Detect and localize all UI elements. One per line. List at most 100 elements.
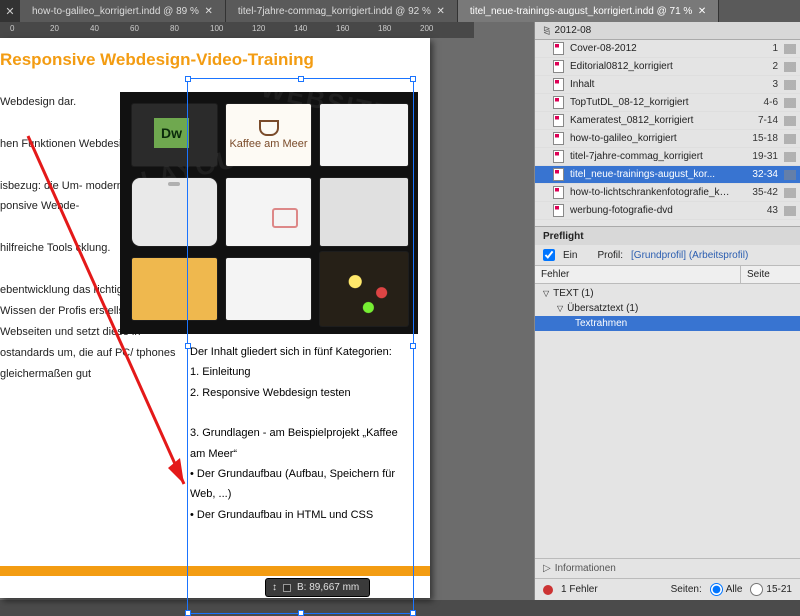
preflight-info-row[interactable]: ▷ Informationen (535, 558, 800, 578)
ruler-tick: 60 (130, 24, 139, 33)
page-thumb-icon (553, 78, 564, 91)
book-row-range: 32-34 (738, 169, 778, 180)
close-icon[interactable]: ✕ (204, 6, 212, 17)
ruler-tick: 120 (252, 24, 265, 33)
spread-icon (784, 98, 796, 108)
resize-cursor-icon: ↕ (272, 582, 277, 593)
preflight-tab[interactable]: Preflight (535, 227, 800, 245)
book-row-name: titel-7jahre-commag_korrigiert (570, 151, 732, 162)
document-tab[interactable]: titel-7jahre-commag_korrigiert.indd @ 92… (226, 0, 458, 22)
disclosure-icon[interactable]: ▷ (543, 563, 551, 574)
error-status-icon (543, 585, 553, 595)
ruler-tick: 160 (336, 24, 349, 33)
page-thumb-icon (553, 60, 564, 73)
book-row[interactable]: how-to-galileo_korrigiert15-18 (535, 130, 800, 148)
page-thumb-icon (553, 186, 564, 199)
book-row-range: 1 (738, 43, 778, 54)
page-thumb-icon (553, 42, 564, 55)
tree-label: Textrahmen (575, 318, 627, 329)
tree-node[interactable]: Textrahmen (535, 316, 800, 331)
column-header-error[interactable]: Fehler (535, 266, 740, 283)
tile-phone-icon (132, 178, 217, 246)
horizontal-ruler[interactable]: 0 20 40 60 80 100 120 140 160 180 200 (0, 22, 474, 38)
preflight-enable-checkbox[interactable] (543, 249, 555, 261)
book-row-name: Cover-08-2012 (570, 43, 732, 54)
disclosure-icon[interactable]: ▽ (557, 304, 563, 313)
preflight-error-tree: ▽TEXT (1) ▽ Übersatztext (1) Textrahmen (535, 284, 800, 558)
list-item: • Der Grundaufbau (Aufbau, Speichern für… (190, 464, 415, 505)
book-row-range: 3 (738, 79, 778, 90)
ruler-tick: 180 (378, 24, 391, 33)
tree-node[interactable]: ▽TEXT (1) (535, 286, 800, 301)
book-row[interactable]: Editorial0812_korrigiert 2 (535, 58, 800, 76)
disclosure-icon[interactable]: ▽ (543, 289, 549, 298)
panel-dock: ⧎ 2012-08 Cover-08-2012 1 Editorial0812_k… (534, 22, 800, 600)
spread-icon (784, 134, 796, 144)
ruler-tick: 80 (170, 24, 179, 33)
column-header-page[interactable]: Seite (740, 266, 800, 283)
article-headline: Responsive Webdesign-Video-Training (0, 38, 430, 74)
document-tab[interactable]: titel_neue-trainings-august_korrigiert.i… (458, 0, 719, 22)
radio-icon[interactable] (750, 583, 763, 596)
book-panel-tab[interactable]: ⧎ 2012-08 (535, 22, 800, 40)
measurement-label: B: 89,667 mm (297, 582, 359, 593)
preflight-columns-header: Fehler Seite (535, 265, 800, 284)
spread-icon (784, 152, 796, 162)
spread-icon (784, 80, 796, 90)
tile-cafe-logo: Kaffee am Meer (226, 104, 311, 166)
close-icon[interactable]: ✕ (698, 6, 706, 17)
document-tab-label: titel-7jahre-commag_korrigiert.indd @ 92… (238, 6, 431, 17)
tile-dreamweaver-icon: Dw (132, 104, 217, 166)
close-all-icon[interactable]: ✕ (0, 0, 20, 22)
document-tab-label: titel_neue-trainings-august_korrigiert.i… (470, 6, 693, 17)
pasteboard[interactable] (474, 22, 534, 600)
book-row-name: Editorial0812_korrigiert (570, 61, 732, 72)
book-row[interactable]: how-to-lichtschrankenfotografie_korrigie… (535, 184, 800, 202)
book-row-name: how-to-lichtschrankenfotografie_korrigie… (570, 187, 732, 198)
book-page-list: Cover-08-2012 1 Editorial0812_korrigiert 2… (535, 40, 800, 220)
tile-badge-icon (132, 258, 217, 320)
tile-network-icon (320, 252, 408, 326)
book-row[interactable]: Cover-08-2012 1 (535, 40, 800, 58)
tree-node[interactable]: ▽ Übersatztext (1) (535, 301, 800, 316)
ruler-tick: 100 (210, 24, 223, 33)
pages-all-radio[interactable]: Alle (710, 583, 743, 596)
error-count: 1 Fehler (561, 584, 598, 595)
document-page[interactable]: Responsive Webdesign-Video-Training Webd… (0, 38, 430, 598)
resize-handle[interactable] (298, 610, 304, 616)
book-row[interactable]: werbung-fotografie-dvd43 (535, 202, 800, 220)
book-row[interactable]: TopTutDL_08-12_korrigiert4-6 (535, 94, 800, 112)
document-tab[interactable]: how-to-galileo_korrigiert.indd @ 89 % ✕ (20, 0, 226, 22)
book-row[interactable]: titel-7jahre-commag_korrigiert19-31 (535, 148, 800, 166)
resize-handle[interactable] (410, 610, 416, 616)
document-canvas[interactable]: 0 20 40 60 80 100 120 140 160 180 200 Re… (0, 22, 474, 600)
radio-icon[interactable] (710, 583, 723, 596)
spread-icon (784, 170, 796, 180)
preflight-toolbar: Ein Profil: [Grundprofil] (Arbeitsprofil… (535, 245, 800, 265)
preflight-status-bar: 1 Fehler Seiten: Alle 15-21 (535, 578, 800, 600)
page-thumb-icon (553, 96, 564, 109)
book-row[interactable]: Kameratest_0812_korrigiert7-14 (535, 112, 800, 130)
document-tab-bar: ✕ how-to-galileo_korrigiert.indd @ 89 % … (0, 0, 800, 22)
book-row[interactable]: Inhalt3 (535, 76, 800, 94)
tile-grid-icon (320, 178, 408, 246)
book-row-range: 2 (738, 61, 778, 72)
profile-value[interactable]: [Grundprofil] (Arbeitsprofil) (631, 250, 748, 261)
preflight-enable-label: Ein (563, 250, 577, 261)
book-row-name: how-to-galileo_korrigiert (570, 133, 732, 144)
book-row[interactable]: titel_neue-trainings-august_kor...32-34 (535, 166, 800, 184)
ruler-tick: 140 (294, 24, 307, 33)
tree-label: Übersatztext (1) (567, 303, 638, 314)
ruler-tick: 40 (90, 24, 99, 33)
hero-image[interactable]: LAYOUT WEBSITE Dw Kaffee am Meer (120, 92, 418, 334)
preflight-panel: Preflight Ein Profil: [Grundprofil] (Arb… (535, 226, 800, 600)
collapse-icon[interactable]: ⧎ (543, 25, 551, 36)
pages-range-radio[interactable]: 15-21 (750, 583, 792, 596)
close-icon[interactable]: ✕ (436, 6, 444, 17)
resize-handle[interactable] (185, 610, 191, 616)
body-text-right-column: Der Inhalt gliedert sich in fünf Kategor… (190, 342, 415, 525)
anchor-icon (283, 584, 291, 592)
measurement-readout: ↕ B: 89,667 mm (266, 579, 369, 596)
spread-icon (784, 44, 796, 54)
body-paragraph: Der Inhalt gliedert sich in fünf Kategor… (190, 342, 415, 362)
